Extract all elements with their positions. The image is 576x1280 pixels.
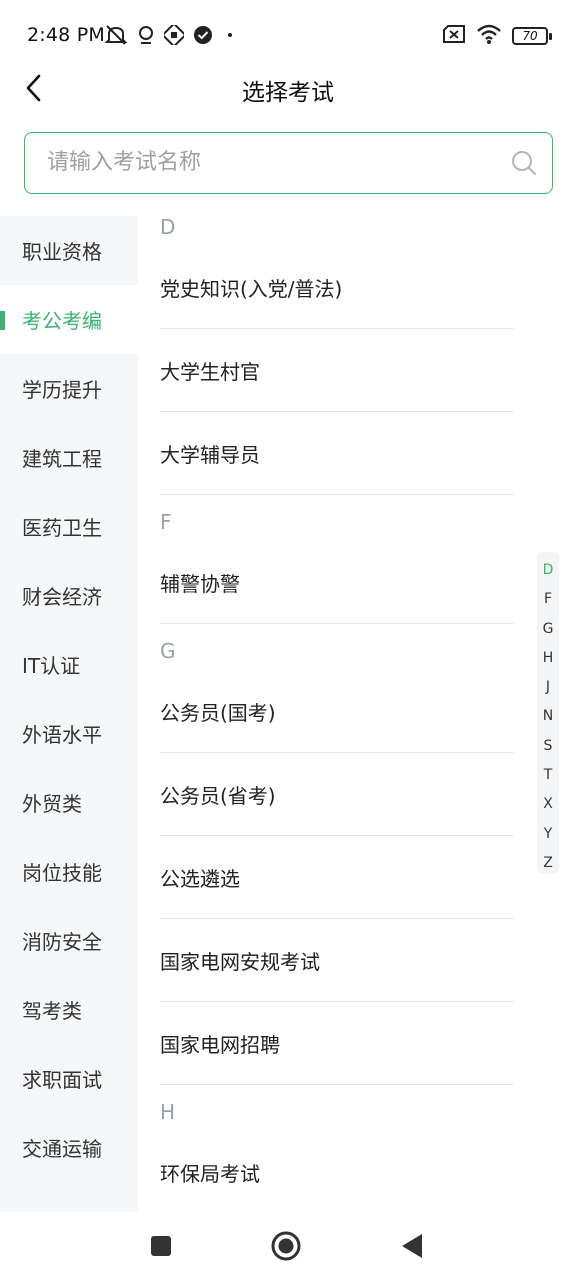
circle-icon [271, 1231, 301, 1261]
index-letter-y[interactable]: Y [537, 820, 559, 849]
index-letter-z[interactable]: Z [537, 849, 559, 878]
list-item[interactable]: 大学辅导员 [160, 412, 514, 495]
sidebar-item-civil-service[interactable]: 考公考编 [0, 285, 138, 354]
section-header-g: G [160, 639, 176, 663]
index-letter-s[interactable]: S [537, 732, 559, 761]
list-item[interactable]: 国家电网招聘 [160, 1002, 514, 1085]
list-item[interactable]: 公选遴选 [160, 836, 514, 919]
app-icon [164, 25, 184, 45]
alphabet-index-bar[interactable]: D F G H J N S T X Y Z [537, 552, 559, 874]
sidebar-item-job-skills[interactable]: 岗位技能 [0, 837, 138, 906]
sidebar-item-medical[interactable]: 医药卫生 [0, 492, 138, 561]
list-item[interactable]: 环保局考试 [160, 1131, 514, 1214]
section-header-f: F [160, 510, 172, 534]
list-item[interactable]: 大学生村官 [160, 329, 514, 412]
square-icon [151, 1236, 171, 1256]
search-input[interactable] [47, 133, 507, 192]
recent-apps-button[interactable] [145, 1230, 177, 1262]
mute-icon [104, 24, 128, 46]
list-item[interactable]: 公务员(省考) [160, 753, 514, 836]
index-letter-g[interactable]: G [537, 615, 559, 644]
triangle-left-icon [402, 1234, 422, 1258]
search-box[interactable] [24, 132, 553, 194]
dot-icon [222, 25, 238, 45]
page-title: 选择考试 [242, 80, 334, 106]
search-icon[interactable] [510, 149, 538, 177]
sidebar-item-professional-qualification[interactable]: 职业资格 [0, 216, 138, 285]
sidebar-item-finance[interactable]: 财会经济 [0, 561, 138, 630]
sidebar-item-construction[interactable]: 建筑工程 [0, 423, 138, 492]
check-circle-icon [193, 25, 213, 45]
sidebar-item-fire-safety[interactable]: 消防安全 [0, 906, 138, 975]
section-header-h: H [160, 1100, 176, 1124]
list-item[interactable]: 辅警协警 [160, 541, 514, 624]
status-time: 2:48 PM [27, 24, 105, 46]
home-button[interactable] [270, 1230, 302, 1262]
index-letter-n[interactable]: N [537, 702, 559, 731]
sim-off-icon [442, 24, 466, 48]
index-letter-d[interactable]: D [537, 556, 559, 585]
sidebar-item-foreign-trade[interactable]: 外贸类 [0, 768, 138, 837]
sidebar-item-education[interactable]: 学历提升 [0, 354, 138, 423]
index-letter-f[interactable]: F [537, 585, 559, 614]
list-item[interactable]: 公务员(国考) [160, 670, 514, 753]
sidebar-item-it[interactable]: IT认证 [0, 630, 138, 699]
wifi-icon [476, 23, 502, 49]
category-sidebar: 职业资格 考公考编 学历提升 建筑工程 医药卫生 财会经济 IT认证 外语水平 … [0, 216, 138, 1212]
sidebar-item-job-interview[interactable]: 求职面试 [0, 1044, 138, 1113]
index-letter-x[interactable]: X [537, 790, 559, 819]
index-letter-h[interactable]: H [537, 644, 559, 673]
sidebar-item-foreign-language[interactable]: 外语水平 [0, 699, 138, 768]
notification-icons [104, 24, 238, 46]
system-icons: 70 [442, 23, 552, 49]
back-nav-button[interactable] [396, 1230, 428, 1262]
list-item[interactable]: 国家电网安规考试 [160, 919, 514, 1002]
sidebar-item-driving[interactable]: 驾考类 [0, 975, 138, 1044]
exam-list: D 党史知识(入党/普法) 大学生村官 大学辅导员 F 辅警协警 G 公务员(国… [160, 208, 514, 1214]
index-letter-j[interactable]: J [537, 673, 559, 702]
system-nav-bar [0, 1212, 576, 1280]
index-letter-t[interactable]: T [537, 761, 559, 790]
section-header-d: D [160, 215, 176, 239]
sidebar-item-transportation[interactable]: 交通运输 [0, 1113, 138, 1182]
battery-icon: 70 [512, 27, 552, 45]
header: 选择考试 [0, 60, 576, 114]
list-item[interactable]: 党史知识(入党/普法) [160, 246, 514, 329]
location-icon [137, 24, 155, 46]
